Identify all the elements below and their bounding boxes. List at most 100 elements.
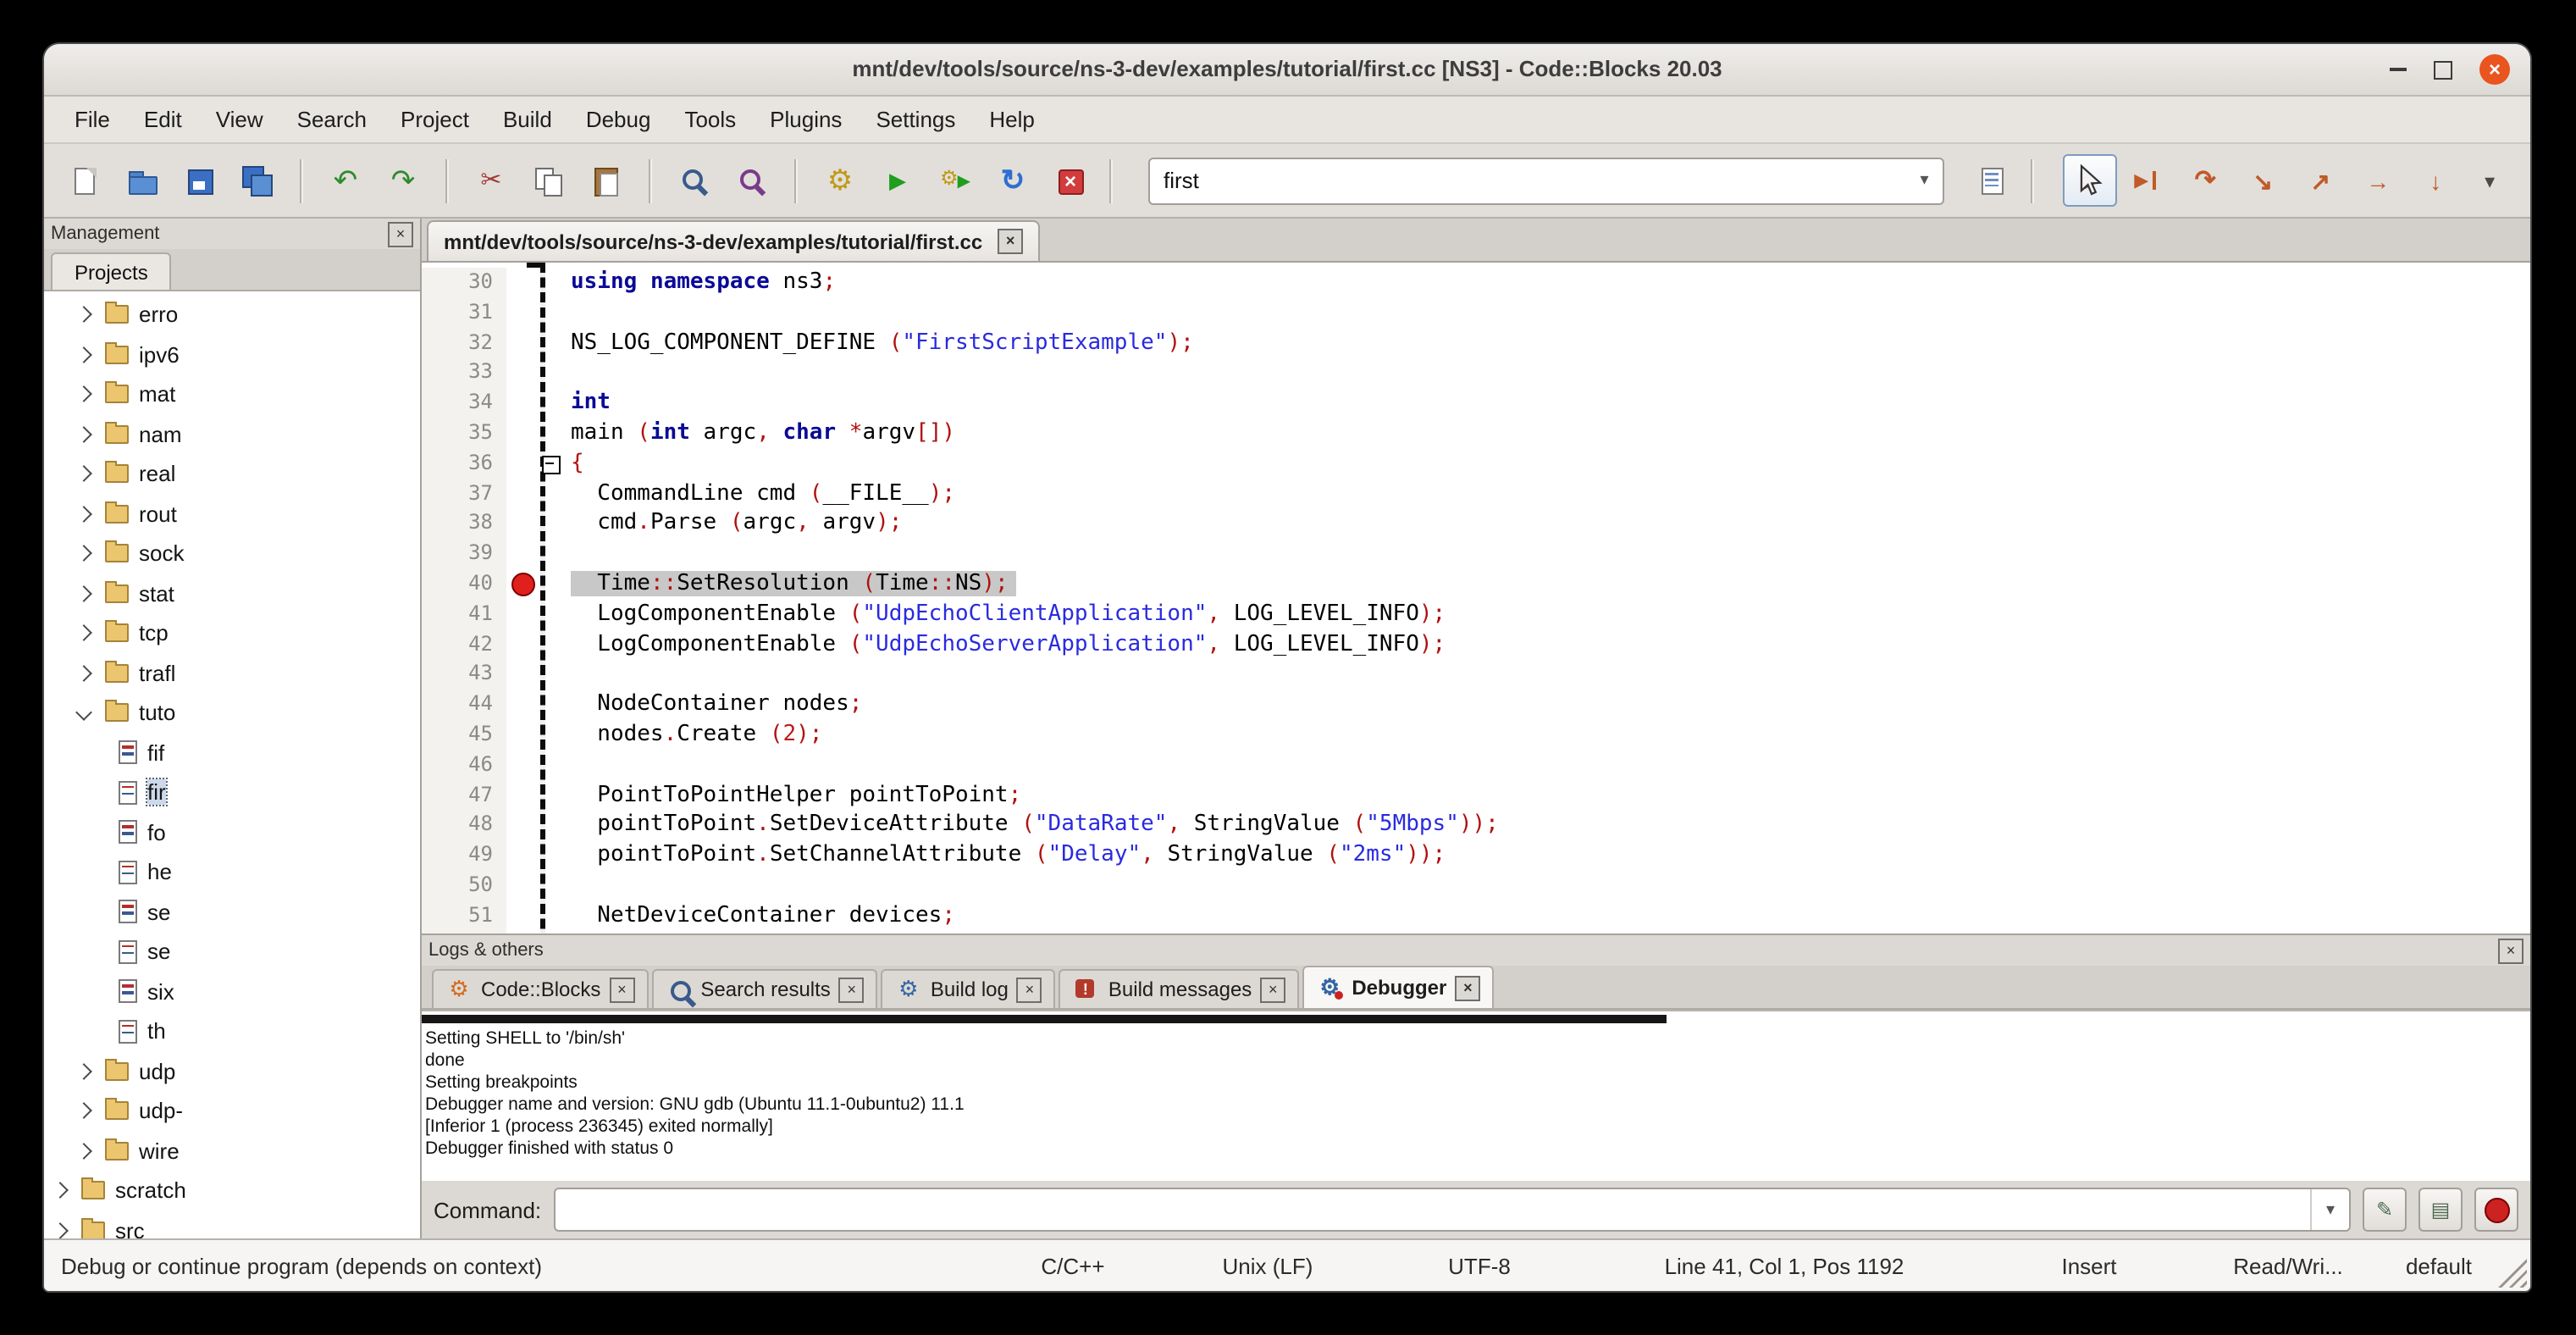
command-combo[interactable] [553,1188,2351,1232]
code-text[interactable]: Time::SetResolution (Time::NS); [559,569,1017,600]
toolbar-overflow-button[interactable] [2463,154,2517,207]
menu-item-debug[interactable]: Debug [569,97,668,142]
breakpoint-margin[interactable] [506,720,540,751]
cut-button[interactable] [464,154,518,207]
close-icon[interactable] [2498,938,2523,963]
tree-item-fif[interactable]: fif [44,733,420,773]
chevron-right-icon[interactable] [75,386,92,403]
breakpoint-margin[interactable] [506,539,540,569]
breakpoint-margin[interactable] [506,931,540,933]
breakpoint-margin[interactable] [506,900,540,931]
code-text[interactable]: PointToPointHelper pointToPoint; [559,780,1021,811]
chevron-down-icon[interactable] [1905,158,1943,202]
attach-button[interactable]: ✎ [2363,1188,2407,1232]
tree-item-fo[interactable]: fo [44,812,420,852]
breakpoint-margin[interactable] [506,509,540,540]
tree-item-trafl[interactable]: trafl [44,653,420,693]
fold-margin[interactable] [540,388,559,418]
breakpoint-margin[interactable] [506,660,540,690]
menu-item-project[interactable]: Project [384,97,486,142]
tree-item-wire[interactable]: wire [44,1131,420,1171]
breakpoint-margin[interactable] [506,479,540,509]
fold-margin[interactable] [540,479,559,509]
tree-item-scratch[interactable]: scratch [44,1171,420,1210]
tree-item-tcp[interactable]: tcp [44,613,420,653]
code-text[interactable]: pointToPoint.SetChannelAttribute ("Delay… [559,840,1446,871]
chevron-right-icon[interactable] [52,1183,69,1199]
chevron-right-icon[interactable] [75,625,92,642]
breakpoint-margin[interactable] [506,449,540,479]
chevron-right-icon[interactable] [75,1063,92,1080]
tree-item-udp-[interactable]: udp- [44,1091,420,1131]
breakpoint-margin[interactable] [506,811,540,841]
log-tab-build-log[interactable]: Build log [882,969,1056,1008]
code-text[interactable] [559,660,571,690]
menu-item-settings[interactable]: Settings [859,97,972,142]
menu-item-view[interactable]: View [199,97,280,142]
fold-margin[interactable] [540,811,559,841]
undo-button[interactable] [318,154,373,207]
step-into-instruction-button[interactable] [2408,154,2463,207]
fold-margin[interactable] [540,328,559,358]
log-tab-debugger[interactable]: Debugger [1302,966,1494,1008]
fold-margin[interactable] [540,900,559,931]
maximize-icon[interactable] [2434,60,2452,79]
code-text[interactable]: CommandLine cmd (__FILE__); [559,479,955,509]
breakpoint-margin[interactable] [506,600,540,630]
close-icon[interactable] [1260,977,1285,1002]
save-all-button[interactable] [230,154,285,207]
open-file-button[interactable] [115,154,169,207]
tree-item-stat[interactable]: stat [44,573,420,613]
menu-item-edit[interactable]: Edit [127,97,199,142]
chevron-down-icon[interactable] [2310,1189,2349,1230]
code-text[interactable]: LogComponentEnable ("UdpEchoClientApplic… [559,600,1446,630]
tree-item-se[interactable]: se [44,932,420,972]
code-editor[interactable]: 30using namespace ns3;3132NS_LOG_COMPONE… [422,263,2530,933]
search-input[interactable] [1150,168,1905,193]
title-bar[interactable]: mnt/dev/tools/source/ns-3-dev/examples/t… [44,44,2530,97]
breakpoint-margin[interactable] [506,840,540,871]
projects-tree[interactable]: erroipv6matnamrealroutsockstattcptrafltu… [44,291,420,1238]
clipboard-button[interactable]: ▤ [2418,1188,2463,1232]
build-button[interactable] [813,154,867,207]
fold-margin[interactable] [540,449,559,479]
close-icon[interactable] [1455,975,1480,1000]
next-line-button[interactable] [2178,154,2232,207]
chevron-right-icon[interactable] [75,546,92,562]
find-button[interactable] [667,154,721,207]
command-input[interactable] [555,1198,2310,1221]
chevron-right-icon[interactable] [75,1143,92,1160]
tree-item-se[interactable]: se [44,892,420,932]
breakpoint-margin[interactable] [506,751,540,781]
fold-margin[interactable] [540,780,559,811]
fold-margin[interactable] [540,840,559,871]
incremental-search-box[interactable] [1148,157,1944,204]
close-icon[interactable] [2479,54,2510,85]
tree-item-nam[interactable]: nam [44,414,420,454]
fold-margin[interactable] [540,539,559,569]
menu-item-build[interactable]: Build [486,97,569,142]
redo-button[interactable] [376,154,430,207]
tree-item-ipv6[interactable]: ipv6 [44,335,420,374]
tree-item-th[interactable]: th [44,1011,420,1051]
tree-item-sock[interactable]: sock [44,534,420,573]
chevron-right-icon[interactable] [75,307,92,324]
copy-button[interactable] [522,154,576,207]
chevron-right-icon[interactable] [75,466,92,483]
code-text[interactable]: nodes.Create (2); [559,720,822,751]
chevron-right-icon[interactable] [75,665,92,682]
tree-item-tuto[interactable]: tuto [44,693,420,733]
next-instruction-button[interactable] [2351,154,2405,207]
tree-item-mat[interactable]: mat [44,374,420,414]
code-text[interactable]: devices = pointToPoint.Install (nodes); [559,931,1114,933]
fold-margin[interactable] [540,931,559,933]
log-tab-search-results[interactable]: Search results [651,969,877,1008]
fold-margin[interactable] [540,660,559,690]
code-text[interactable]: cmd.Parse (argc, argv); [559,509,902,540]
code-area[interactable]: 30using namespace ns3;3132NS_LOG_COMPONE… [422,263,2530,933]
chevron-right-icon[interactable] [75,426,92,443]
fold-margin[interactable] [540,600,559,630]
stop-debugger-button[interactable] [2474,1188,2518,1232]
code-text[interactable]: int [559,388,611,418]
code-text[interactable]: NS_LOG_COMPONENT_DEFINE ("FirstScriptExa… [559,328,1194,358]
